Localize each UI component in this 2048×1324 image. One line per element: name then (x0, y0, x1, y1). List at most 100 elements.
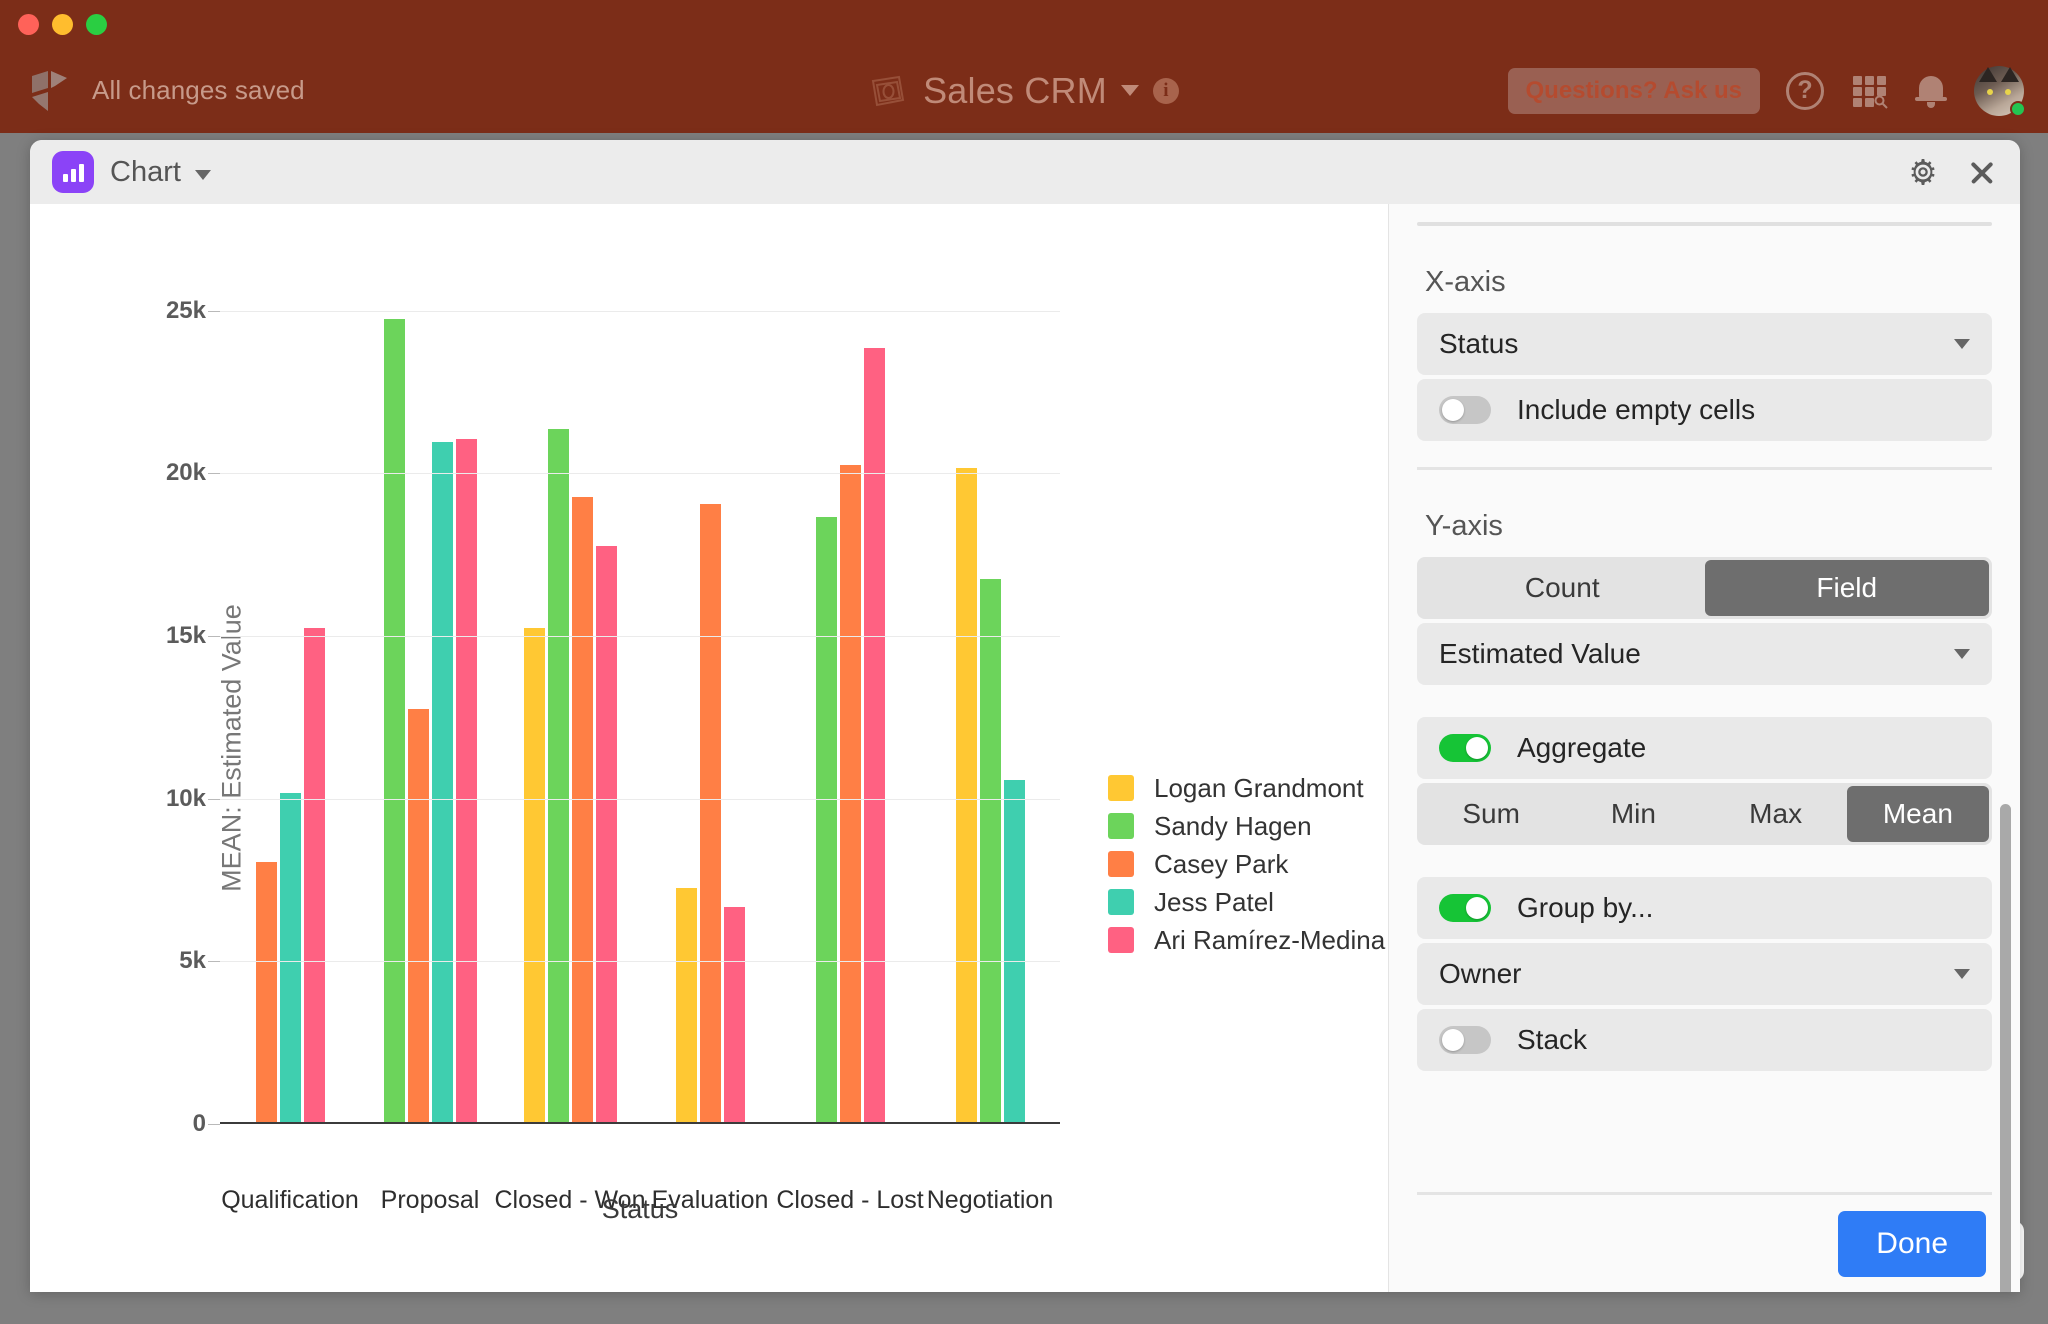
app-grid-search-icon[interactable] (1850, 72, 1888, 110)
gear-icon[interactable] (1908, 157, 1938, 187)
x-axis-field-dropdown[interactable]: Status (1417, 313, 1992, 375)
chart-bar[interactable] (595, 546, 617, 1122)
aggregate-label: Aggregate (1517, 732, 1647, 763)
stack-toggle[interactable] (1439, 1026, 1491, 1054)
y-axis-mode-count[interactable]: Count (1420, 560, 1705, 616)
x-axis-title: Status (601, 1194, 679, 1224)
group-by-row[interactable]: Group by... (1417, 877, 1992, 939)
chart-bar[interactable] (675, 887, 697, 1122)
legend-item[interactable]: Sandy Hagen (1108, 807, 1385, 845)
gridline (220, 961, 1060, 963)
legend-color-swatch (1108, 889, 1134, 915)
agg-mean[interactable]: Mean (1846, 786, 1989, 842)
modal-chevron-down-icon[interactable] (194, 170, 211, 180)
chart-bar[interactable] (455, 438, 477, 1122)
x-axis-field-value: Status (1439, 328, 1519, 359)
chevron-down-icon (1954, 649, 1970, 659)
chart-bar[interactable] (255, 861, 277, 1122)
chart-bar[interactable] (955, 468, 977, 1122)
divider (1417, 467, 1992, 470)
app-title: Sales CRM (923, 69, 1107, 111)
legend-item[interactable]: Jess Patel (1108, 883, 1385, 921)
chart-bar[interactable] (407, 708, 429, 1122)
chevron-down-icon (1954, 339, 1970, 349)
settings-scroll-area: X-axis Status Include empty cells Y-axis… (1389, 204, 2020, 1194)
chart-settings-pane: X-axis Status Include empty cells Y-axis… (1388, 204, 2020, 1292)
group-by-field-dropdown[interactable]: Owner (1417, 943, 1992, 1005)
chart-bar[interactable] (303, 627, 325, 1122)
include-empty-cells-toggle[interactable] (1439, 396, 1491, 424)
bar-group (640, 262, 780, 1122)
chart-bar[interactable] (547, 429, 569, 1122)
close-icon[interactable] (1968, 158, 1996, 186)
legend-color-swatch (1108, 775, 1134, 801)
chart-bar[interactable] (815, 516, 837, 1122)
modal-title: Chart (110, 155, 181, 188)
ask-us-button[interactable]: Questions? Ask us (1507, 67, 1760, 114)
chart-bar[interactable] (383, 318, 405, 1122)
info-icon[interactable]: i (1152, 77, 1179, 104)
user-avatar[interactable] (1974, 65, 2026, 117)
close-window-button[interactable] (18, 14, 39, 35)
agg-max[interactable]: Max (1705, 786, 1847, 842)
money-icon (871, 75, 905, 106)
stack-row[interactable]: Stack (1417, 1009, 1992, 1071)
app-title-chevron-down-icon[interactable] (1120, 85, 1139, 96)
header-right-group: Questions? Ask us ? (1507, 48, 2026, 133)
group-by-toggle[interactable] (1439, 894, 1491, 922)
help-icon[interactable]: ? (1786, 71, 1824, 110)
legend-item[interactable]: Logan Grandmont (1108, 769, 1385, 807)
chart-bar[interactable] (279, 793, 301, 1122)
chart-bar[interactable] (1003, 780, 1025, 1122)
chart-bar[interactable] (979, 578, 1001, 1122)
bar-groups (220, 262, 1060, 1122)
bar-group (220, 262, 360, 1122)
modal-header: Chart (30, 140, 2020, 204)
y-axis-tick-mark (208, 1124, 220, 1125)
chart-bar[interactable] (839, 464, 861, 1122)
y-axis-tick-label: 15k (165, 622, 206, 650)
cube-logo-icon[interactable] (26, 68, 72, 114)
chart-editor-modal: Chart MEAN: Estimated Value 0 5k 10k 15k 20k… (30, 140, 2020, 1292)
y-axis-tick-label: 10k (165, 784, 206, 812)
agg-sum[interactable]: Sum (1420, 786, 1562, 842)
done-button[interactable]: Done (1838, 1210, 1986, 1277)
include-empty-cells-label: Include empty cells (1517, 394, 1756, 425)
y-axis-field-dropdown[interactable]: Estimated Value (1417, 623, 1992, 685)
save-status-text: All changes saved (92, 75, 305, 105)
chart-bar[interactable] (431, 442, 453, 1122)
y-axis-field-value: Estimated Value (1439, 638, 1641, 669)
modal-header-actions (1908, 157, 2002, 187)
x-axis-line (220, 1122, 1060, 1124)
legend-item[interactable]: Casey Park (1108, 845, 1385, 883)
y-axis-tick-mark (208, 636, 220, 638)
agg-min[interactable]: Min (1562, 786, 1704, 842)
y-axis-tick-label: 25k (165, 296, 206, 324)
y-axis-mode-field[interactable]: Field (1704, 560, 1989, 616)
bar-group (920, 262, 1060, 1122)
aggregate-row[interactable]: Aggregate (1417, 717, 1992, 779)
chart-bar[interactable] (863, 347, 885, 1122)
chart-bar[interactable] (523, 627, 545, 1122)
app-root: All changes saved Sales CRM i Questions?… (0, 0, 2048, 1324)
legend-item-label: Jess Patel (1154, 886, 1274, 917)
y-axis-mode-segmented: Count Field (1417, 557, 1992, 619)
legend-color-swatch (1108, 813, 1134, 839)
bar-chart-icon (52, 151, 94, 193)
group-by-field-value: Owner (1439, 958, 1522, 989)
legend-color-swatch (1108, 851, 1134, 877)
bar-group (500, 262, 640, 1122)
modal-footer: Done (1389, 1195, 2020, 1292)
os-title-bar (0, 0, 2048, 48)
aggregate-toggle[interactable] (1439, 734, 1491, 762)
chart-bar[interactable] (723, 907, 745, 1122)
minimize-window-button[interactable] (52, 14, 73, 35)
chart-bar[interactable] (571, 497, 593, 1122)
notifications-bell-icon[interactable] (1914, 72, 1948, 110)
y-axis-tick-mark (208, 473, 220, 475)
include-empty-cells-row[interactable]: Include empty cells (1417, 379, 1992, 441)
bar-group (360, 262, 500, 1122)
zoom-window-button[interactable] (86, 14, 107, 35)
legend-item[interactable]: Ari Ramírez-Medina (1108, 921, 1385, 959)
chart-bar[interactable] (699, 503, 721, 1122)
